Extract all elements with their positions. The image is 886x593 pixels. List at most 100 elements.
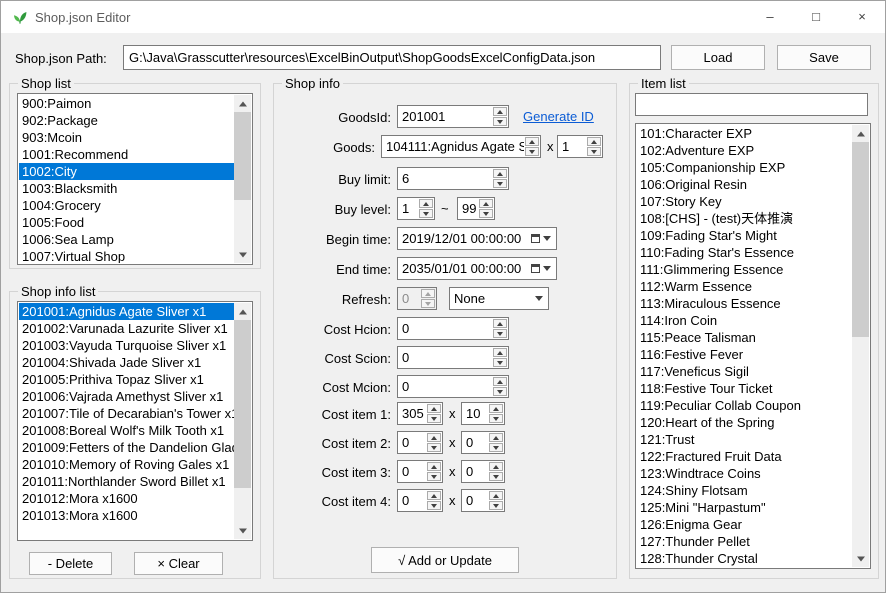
- calendar-dropdown-button[interactable]: [526, 228, 556, 249]
- scroll-down-icon[interactable]: [852, 550, 869, 567]
- list-item[interactable]: 201013:Mora x1600: [19, 507, 234, 524]
- list-item[interactable]: 903:Mcoin: [19, 129, 234, 146]
- cost-item-1-count-spinner[interactable]: 10: [461, 402, 505, 425]
- scroll-up-icon[interactable]: [234, 303, 251, 320]
- scroll-up-icon[interactable]: [234, 95, 251, 112]
- item-listbox[interactable]: 101:Character EXP102:Adventure EXP105:Co…: [635, 123, 871, 569]
- spin-up-icon[interactable]: [493, 348, 507, 357]
- list-item[interactable]: 107:Story Key: [637, 193, 852, 210]
- list-item[interactable]: 124:Shiny Flotsam: [637, 482, 852, 499]
- list-item[interactable]: 128:Thunder Crystal: [637, 550, 852, 567]
- item-search-input[interactable]: [635, 93, 868, 116]
- spin-up-icon[interactable]: [419, 199, 433, 208]
- spin-up-icon[interactable]: [479, 199, 493, 208]
- list-item[interactable]: 106:Original Resin: [637, 176, 852, 193]
- path-input[interactable]: [123, 45, 661, 70]
- spin-up-icon[interactable]: [427, 433, 441, 442]
- spin-up-icon[interactable]: [493, 169, 507, 178]
- goods-id-spinner[interactable]: 201001: [397, 105, 509, 128]
- spin-down-icon[interactable]: [489, 443, 503, 452]
- save-button[interactable]: Save: [777, 45, 871, 70]
- list-item[interactable]: 111:Glimmering Essence: [637, 261, 852, 278]
- list-item[interactable]: 110:Fading Star's Essence: [637, 244, 852, 261]
- list-item[interactable]: 115:Peace Talisman: [637, 329, 852, 346]
- list-item[interactable]: 201004:Shivada Jade Sliver x1: [19, 354, 234, 371]
- cost-mcion-spinner[interactable]: 0: [397, 375, 509, 398]
- load-button[interactable]: Load: [671, 45, 765, 70]
- list-item[interactable]: 1002:City: [19, 163, 234, 180]
- list-item[interactable]: 201009:Fetters of the Dandelion Gladiato: [19, 439, 234, 456]
- scroll-down-icon[interactable]: [234, 522, 251, 539]
- spin-up-icon[interactable]: [493, 107, 507, 116]
- list-item[interactable]: 101:Character EXP: [637, 125, 852, 142]
- shop-info-listbox[interactable]: 201001:Agnidus Agate Sliver x1201002:Var…: [17, 301, 253, 541]
- shop-listbox[interactable]: 900:Paimon902:Package903:Mcoin1001:Recom…: [17, 93, 253, 265]
- list-item[interactable]: 201003:Vayuda Turquoise Sliver x1: [19, 337, 234, 354]
- spin-up-icon[interactable]: [493, 319, 507, 328]
- scroll-up-icon[interactable]: [852, 125, 869, 142]
- spin-up-icon[interactable]: [489, 462, 503, 471]
- refresh-mode-select[interactable]: None: [449, 287, 549, 310]
- spin-up-icon[interactable]: [587, 137, 601, 146]
- list-item[interactable]: 201006:Vajrada Amethyst Sliver x1: [19, 388, 234, 405]
- goods-spinner[interactable]: 104111:Agnidus Agate S: [381, 135, 541, 158]
- close-button-icon[interactable]: ×: [839, 1, 885, 33]
- list-item[interactable]: 122:Fractured Fruit Data: [637, 448, 852, 465]
- spin-down-icon[interactable]: [493, 117, 507, 126]
- minimize-button-icon[interactable]: –: [747, 1, 793, 33]
- spin-down-icon[interactable]: [489, 414, 503, 423]
- spin-up-icon[interactable]: [489, 433, 503, 442]
- shop-info-list-scrollbar[interactable]: [234, 303, 251, 539]
- list-item[interactable]: 119:Peculiar Collab Coupon: [637, 397, 852, 414]
- spin-up-icon[interactable]: [427, 462, 441, 471]
- list-item[interactable]: 125:Mini "Harpastum": [637, 499, 852, 516]
- begin-time-picker[interactable]: 2019/12/01 00:00:00: [397, 227, 557, 250]
- list-item[interactable]: 201007:Tile of Decarabian's Tower x1: [19, 405, 234, 422]
- spin-up-icon[interactable]: [489, 404, 503, 413]
- list-item[interactable]: 902:Package: [19, 112, 234, 129]
- list-item[interactable]: 108:[CHS] - (test)天体推演: [637, 210, 852, 227]
- list-item[interactable]: 201008:Boreal Wolf's Milk Tooth x1: [19, 422, 234, 439]
- list-item[interactable]: 121:Trust: [637, 431, 852, 448]
- cost-item-4-id-spinner[interactable]: 0: [397, 489, 443, 512]
- scroll-thumb[interactable]: [234, 112, 251, 200]
- spin-down-icon[interactable]: [587, 147, 601, 156]
- cost-item-1-id-spinner[interactable]: 305: [397, 402, 443, 425]
- spin-down-icon[interactable]: [419, 209, 433, 218]
- add-or-update-button[interactable]: √ Add or Update: [371, 547, 519, 573]
- list-item[interactable]: 1006:Sea Lamp: [19, 231, 234, 248]
- spin-up-icon[interactable]: [493, 377, 507, 386]
- list-item[interactable]: 1004:Grocery: [19, 197, 234, 214]
- list-item[interactable]: 201011:Northlander Sword Billet x1: [19, 473, 234, 490]
- spin-down-icon[interactable]: [493, 358, 507, 367]
- list-item[interactable]: 120:Heart of the Spring: [637, 414, 852, 431]
- list-item[interactable]: 114:Iron Coin: [637, 312, 852, 329]
- cost-item-2-id-spinner[interactable]: 0: [397, 431, 443, 454]
- spin-down-icon[interactable]: [427, 501, 441, 510]
- list-item[interactable]: 113:Miraculous Essence: [637, 295, 852, 312]
- list-item[interactable]: 1005:Food: [19, 214, 234, 231]
- clear-button[interactable]: × Clear: [134, 552, 223, 575]
- scroll-thumb[interactable]: [852, 142, 869, 337]
- spin-down-icon[interactable]: [427, 472, 441, 481]
- goods-count-spinner[interactable]: 1: [557, 135, 603, 158]
- list-item[interactable]: 102:Adventure EXP: [637, 142, 852, 159]
- list-item[interactable]: 126:Enigma Gear: [637, 516, 852, 533]
- list-item[interactable]: 123:Windtrace Coins: [637, 465, 852, 482]
- generate-id-link[interactable]: Generate ID: [523, 109, 594, 124]
- spin-up-icon[interactable]: [525, 137, 539, 146]
- item-list-scrollbar[interactable]: [852, 125, 869, 567]
- list-item[interactable]: 201001:Agnidus Agate Sliver x1: [19, 303, 234, 320]
- spin-down-icon[interactable]: [479, 209, 493, 218]
- spin-down-icon[interactable]: [489, 501, 503, 510]
- cost-item-4-count-spinner[interactable]: 0: [461, 489, 505, 512]
- list-item[interactable]: 109:Fading Star's Might: [637, 227, 852, 244]
- spin-down-icon[interactable]: [489, 472, 503, 481]
- cost-item-3-count-spinner[interactable]: 0: [461, 460, 505, 483]
- list-item[interactable]: 1007:Virtual Shop: [19, 248, 234, 263]
- spin-up-icon[interactable]: [427, 491, 441, 500]
- cost-item-2-count-spinner[interactable]: 0: [461, 431, 505, 454]
- spin-down-icon[interactable]: [427, 443, 441, 452]
- scroll-thumb[interactable]: [234, 320, 251, 488]
- combo-dropdown-button[interactable]: [530, 288, 548, 309]
